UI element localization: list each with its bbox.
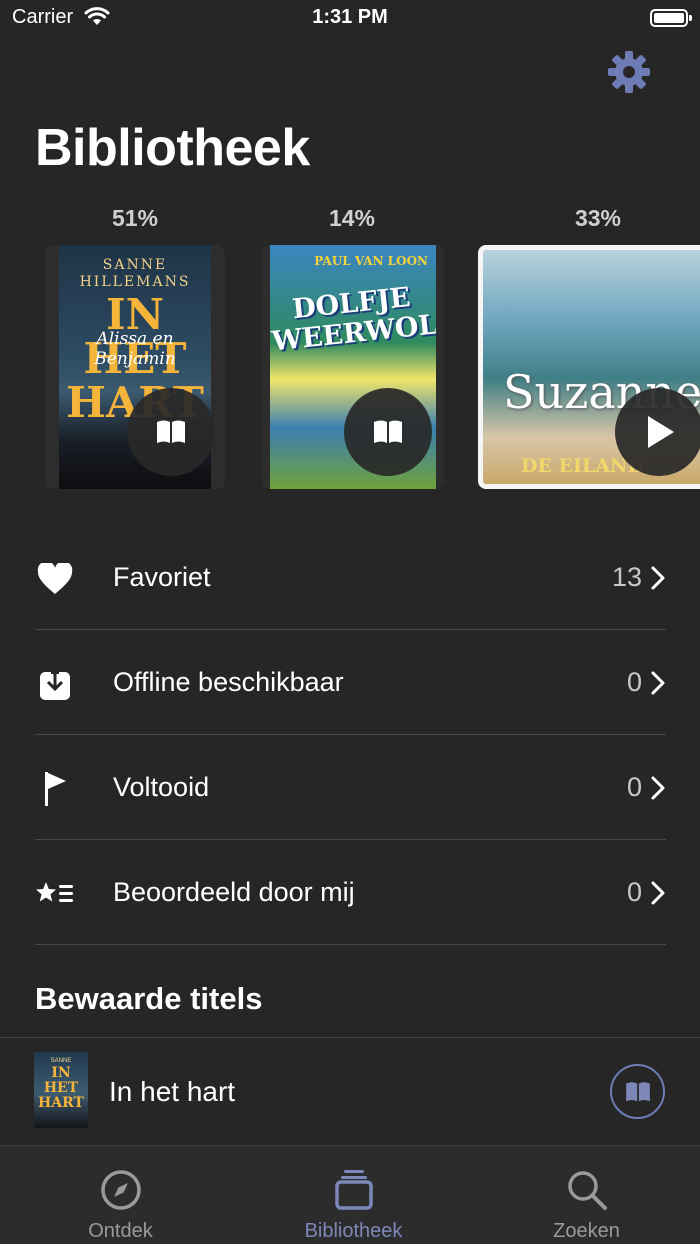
menu-count: 13 — [611, 562, 642, 592]
tab-label: Zoeken — [553, 1220, 620, 1242]
clock: 1:31 PM — [312, 6, 388, 28]
thumb-title: IN HET HART — [38, 1065, 84, 1111]
tab-label: Bibliotheek — [304, 1220, 403, 1242]
menu-item-favorites[interactable]: Favoriet 13 — [0, 525, 700, 630]
book-thumbnail[interactable]: SANNE IN HET HART — [34, 1052, 88, 1128]
chevron-right-icon — [651, 881, 665, 905]
tab-library[interactable]: Bibliotheek — [237, 1146, 470, 1244]
section-title-saved: Bewaarde titels — [35, 981, 263, 1016]
status-bar: Carrier 1:31 PM — [0, 0, 700, 36]
open-book-icon — [374, 420, 402, 443]
thumb-author: SANNE — [50, 1058, 72, 1064]
library-menu: Favoriet 13 Offline beschikbaar 0 Voltoo… — [0, 525, 700, 945]
menu-label: Favoriet — [113, 562, 211, 592]
open-book-icon — [157, 420, 185, 443]
tab-search[interactable]: Zoeken — [470, 1146, 700, 1244]
tab-discover[interactable]: Ontdek — [4, 1146, 237, 1244]
menu-item-rated[interactable]: Beoordeeld door mij 0 — [0, 840, 700, 945]
saved-book-title: In het hart — [109, 1076, 236, 1107]
recent-books-carousel[interactable]: 51% SANNE HILLEMANS IN HET HART Alissa e… — [0, 205, 700, 500]
menu-item-offline[interactable]: Offline beschikbaar 0 — [0, 630, 700, 735]
library-icon — [332, 1168, 376, 1212]
divider — [35, 944, 666, 945]
cover-author: PAUL VAN LOON — [314, 254, 428, 268]
read-button[interactable] — [610, 1064, 665, 1119]
gear-icon — [608, 51, 650, 93]
cover-subtitle: Alissa en Benjamin — [94, 329, 176, 369]
rated-list-icon — [35, 874, 75, 914]
chevron-right-icon — [651, 671, 665, 695]
progress-label: 33% — [574, 205, 622, 231]
cover-author: SANNE HILLEMANS — [79, 257, 191, 290]
settings-button[interactable] — [606, 49, 652, 95]
menu-label: Beoordeeld door mij — [113, 877, 355, 907]
tab-bar: Ontdek Bibliotheek Zoeken — [0, 1145, 700, 1244]
open-book-icon — [625, 1081, 650, 1101]
menu-count: 0 — [626, 772, 642, 802]
tab-label: Ontdek — [88, 1220, 153, 1242]
menu-label: Offline beschikbaar — [113, 667, 344, 697]
search-icon — [565, 1168, 609, 1212]
read-button[interactable] — [344, 388, 432, 476]
menu-count: 0 — [626, 877, 642, 907]
menu-label: Voltooid — [113, 772, 210, 802]
battery-icon — [650, 9, 692, 27]
read-button[interactable] — [127, 388, 215, 476]
chevron-right-icon — [651, 776, 665, 800]
heart-icon — [35, 559, 75, 599]
download-icon — [35, 664, 75, 704]
play-icon — [648, 416, 674, 448]
page-title: Bibliotheek — [35, 119, 310, 177]
menu-count: 0 — [626, 667, 642, 697]
chevron-right-icon — [651, 566, 665, 590]
compass-icon — [99, 1168, 143, 1212]
saved-title-row[interactable]: SANNE IN HET HART In het hart — [0, 1038, 700, 1145]
flag-icon — [35, 769, 75, 809]
progress-label: 51% — [111, 205, 159, 231]
progress-label: 14% — [328, 205, 376, 231]
cover-title: DOLFJE WEERWOLFJE — [270, 281, 444, 358]
menu-item-completed[interactable]: Voltooid 0 — [0, 735, 700, 840]
play-button[interactable] — [615, 388, 700, 476]
